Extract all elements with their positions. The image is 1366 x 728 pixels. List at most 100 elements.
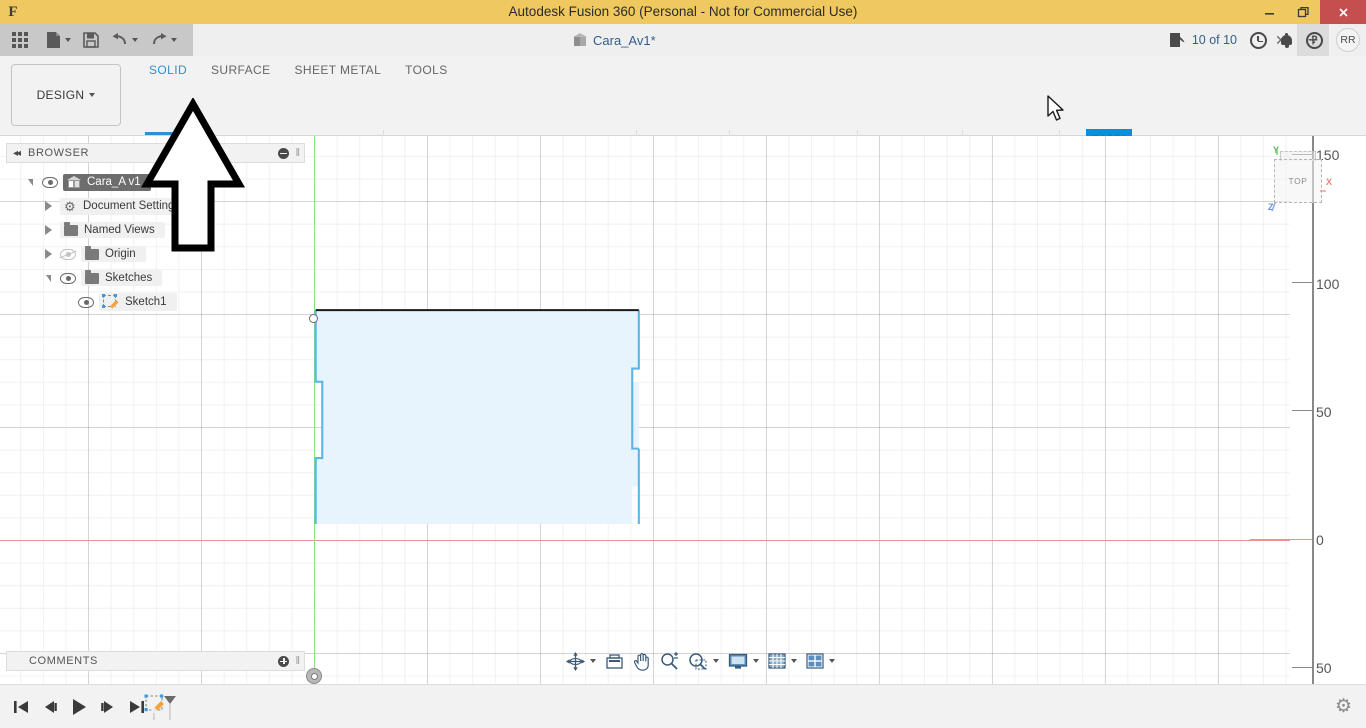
skip-start-icon[interactable] <box>12 698 30 716</box>
origin-point[interactable] <box>306 668 322 684</box>
tab-sheet-metal[interactable]: SHEET METAL <box>283 60 394 80</box>
save-icon[interactable] <box>77 24 105 56</box>
look-at-icon[interactable] <box>602 649 627 673</box>
navigation-bar <box>563 649 838 673</box>
ruler-tick-100 <box>1292 282 1314 284</box>
browser-header: ◂◂ BROWSER ‖ <box>6 143 305 163</box>
tree-node-label: Document Settings <box>83 200 181 212</box>
browser-tree: Cara_A v1 ⚙ Document Settings Named View… <box>6 170 305 314</box>
undo-icon[interactable] <box>105 24 144 56</box>
new-document-icon[interactable] <box>40 24 77 56</box>
help-icon[interactable]: ? <box>1306 31 1323 49</box>
ruler-label-50: 50 <box>1316 404 1332 420</box>
tree-node-sketch1[interactable]: Sketch1 <box>6 290 305 314</box>
plus-circle-icon[interactable] <box>278 655 290 667</box>
sketch-profile-fill <box>316 256 323 310</box>
viewports-icon[interactable] <box>803 649 838 673</box>
gear-glyph: ⚙ <box>1335 696 1353 717</box>
comments-panel-header[interactable]: COMMENTS ‖ <box>6 651 305 671</box>
workspace-switcher[interactable]: DESIGN <box>11 64 121 126</box>
tree-node-label: Named Views <box>84 224 155 236</box>
chevron-down-icon <box>791 659 797 663</box>
redo-icon[interactable] <box>144 24 183 56</box>
sketch-feature-icon[interactable] <box>144 694 176 722</box>
visibility-eye-icon[interactable] <box>78 296 94 308</box>
tab-tools[interactable]: TOOLS <box>393 60 459 80</box>
tab-surface[interactable]: SURFACE <box>199 60 282 80</box>
window-controls <box>1252 0 1366 24</box>
zoom-icon[interactable] <box>657 649 682 673</box>
expander-open-icon[interactable] <box>42 274 54 282</box>
tab-solid[interactable]: SOLID <box>137 60 199 80</box>
expander-closed-icon[interactable] <box>42 249 54 259</box>
orbit-icon[interactable] <box>563 649 599 673</box>
body-icon <box>67 175 81 189</box>
maximize-button[interactable] <box>1286 0 1320 24</box>
comments-actions: ‖ <box>278 655 300 667</box>
tree-node-chip: Sketches <box>81 269 163 286</box>
document-tab-label: Cara_Av1* <box>593 32 656 48</box>
chevron-down-icon <box>713 659 719 663</box>
tree-node-chip: Named Views <box>60 221 165 238</box>
tree-node-label: Cara_A v1 <box>87 176 141 188</box>
ribbon-tab-strip: SOLID SURFACE SHEET METAL TOOLS <box>137 60 460 80</box>
ruler-tick-50 <box>1292 410 1314 412</box>
sketch-profile[interactable] <box>310 166 653 524</box>
step-back-icon[interactable] <box>41 698 59 716</box>
x-axis-line <box>0 540 1366 542</box>
sketch1-geometry <box>314 309 640 524</box>
sketch-endpoint-topleft[interactable] <box>309 314 318 323</box>
close-button[interactable] <box>1320 0 1366 24</box>
timeline-playback-controls <box>6 685 146 728</box>
tree-node-document-settings[interactable]: ⚙ Document Settings <box>6 194 305 218</box>
tree-node-sketches[interactable]: Sketches <box>6 266 305 290</box>
quick-access-toolbar <box>0 24 193 56</box>
sketch-fill-region <box>316 256 323 310</box>
settings-gear-icon[interactable]: ⚙ <box>1335 697 1354 716</box>
zoom-window-icon[interactable] <box>685 649 722 673</box>
visibility-eye-icon[interactable] <box>42 176 58 188</box>
tree-node-chip: Sketch1 <box>99 293 177 311</box>
folder-icon <box>85 245 99 260</box>
visibility-eye-icon[interactable] <box>60 272 76 284</box>
grid-snaps-icon[interactable] <box>765 649 800 673</box>
browser-grip-icon[interactable]: ‖ <box>295 147 299 159</box>
minimize-button[interactable] <box>1252 0 1286 24</box>
avatar-initials: RR <box>1340 34 1356 46</box>
viewcube-axis-lines <box>1271 148 1326 212</box>
job-status[interactable]: 10 of 10 <box>1169 33 1237 48</box>
minus-circle-icon[interactable] <box>278 147 290 159</box>
step-forward-icon[interactable] <box>99 698 117 716</box>
expander-closed-icon[interactable] <box>42 201 54 211</box>
recent-clock-icon[interactable] <box>1250 31 1267 49</box>
timeline-bar: ⚙ <box>0 684 1366 728</box>
play-icon[interactable] <box>70 698 88 716</box>
ribbon: DESIGN SOLID SURFACE SHEET METAL TOOLS <box>0 56 1366 190</box>
comments-title: COMMENTS <box>29 655 98 667</box>
jobs-edit-icon <box>1169 33 1187 48</box>
browser-title: BROWSER <box>28 147 90 159</box>
tree-node-label: Sketch1 <box>125 296 167 308</box>
app-grid-icon[interactable] <box>0 24 40 56</box>
tree-node-named-views[interactable]: Named Views <box>6 218 305 242</box>
expander-open-icon[interactable] <box>24 178 36 186</box>
window-title: Autodesk Fusion 360 (Personal - Not for … <box>508 4 858 19</box>
tree-node-origin[interactable]: Origin <box>6 242 305 266</box>
tree-node-cara-a[interactable]: Cara_A v1 <box>6 170 305 194</box>
title-bar: F Autodesk Fusion 360 (Personal - Not fo… <box>0 0 1366 24</box>
visibility-eye-off-icon[interactable] <box>60 248 76 260</box>
notifications-bell-icon[interactable] <box>1280 32 1293 48</box>
ruler-label-minus50: 50 <box>1316 660 1332 676</box>
expander-closed-icon[interactable] <box>42 225 54 235</box>
workspace-label: DESIGN <box>36 88 85 102</box>
main-profile-fill <box>316 243 324 310</box>
view-cube[interactable]: TOP Y X Z <box>1266 145 1332 225</box>
comments-grip-icon[interactable]: ‖ <box>295 655 299 667</box>
collapse-browser-icon[interactable]: ◂◂ <box>13 148 21 159</box>
tree-node-label: Origin <box>105 248 136 260</box>
document-tab-cara[interactable]: Cara_Av1* <box>573 24 656 56</box>
user-avatar[interactable]: RR <box>1336 28 1360 52</box>
display-settings-icon[interactable] <box>725 649 762 673</box>
pan-hand-icon[interactable] <box>630 649 654 673</box>
profile-shaded <box>316 256 323 310</box>
